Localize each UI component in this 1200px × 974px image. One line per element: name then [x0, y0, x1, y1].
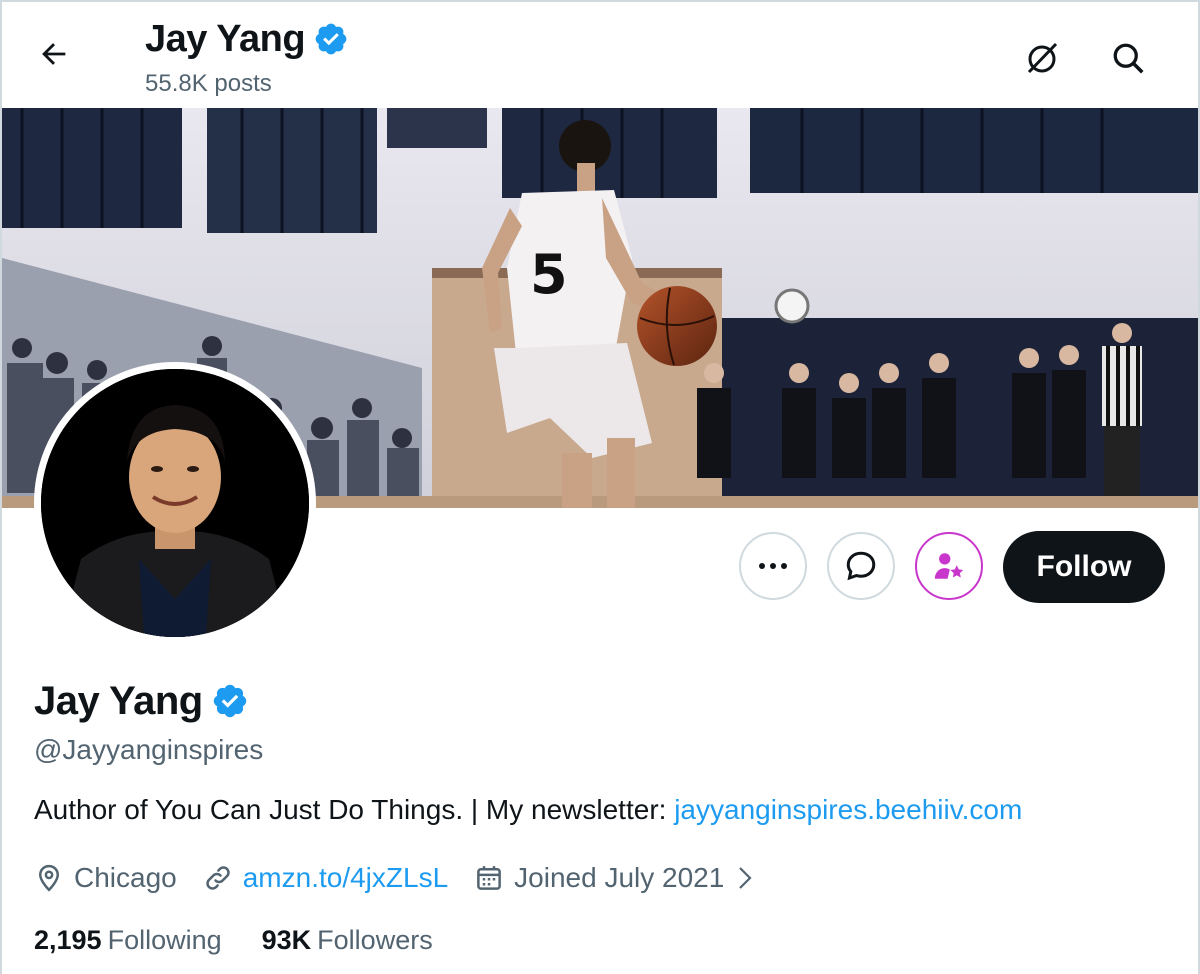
- more-icon: [759, 563, 787, 569]
- location-text: Chicago: [74, 862, 177, 893]
- following-count: 2,195: [34, 924, 102, 955]
- following-label: Following: [107, 924, 222, 955]
- location-pin-icon: [38, 864, 60, 892]
- subscribe-icon: [934, 553, 964, 579]
- search-button[interactable]: [1100, 30, 1156, 86]
- verified-badge-icon: [315, 23, 347, 55]
- avatar[interactable]: [34, 362, 316, 644]
- chevron-right-icon: [739, 867, 752, 889]
- followers-label: Followers: [317, 924, 433, 955]
- grok-button[interactable]: [1014, 30, 1070, 86]
- header-title: Jay Yang: [145, 14, 349, 64]
- avatar-portrait: [41, 369, 309, 637]
- follow-stats: 2,195 Following 93K Followers: [34, 920, 473, 960]
- followers-count: 93K: [261, 924, 312, 955]
- avatar-photo: [41, 369, 309, 637]
- followers-stat[interactable]: 93K Followers: [262, 925, 433, 956]
- grok-icon: [1027, 42, 1058, 74]
- website-item: amzn.to/4jxZLsL: [203, 862, 448, 894]
- following-stat[interactable]: 2,195 Following: [34, 925, 222, 956]
- back-button[interactable]: [24, 24, 84, 84]
- profile-bio: Author of You Can Just Do Things. | My n…: [34, 794, 1022, 826]
- link-icon: [206, 866, 230, 890]
- message-icon: [846, 551, 876, 581]
- jersey-number: 5: [530, 243, 568, 306]
- calendar-icon: [477, 866, 502, 890]
- header-name: Jay Yang: [145, 17, 306, 60]
- joined-text: Joined July 2021: [514, 862, 725, 893]
- profile-name-row: Jay Yang: [34, 674, 249, 728]
- top-border: [0, 0, 1200, 2]
- message-button[interactable]: [827, 532, 895, 600]
- posts-count: 55.8K posts: [145, 70, 272, 97]
- more-button[interactable]: [739, 532, 807, 600]
- location-item: Chicago: [34, 862, 177, 894]
- bio-text: Author of You Can Just Do Things. | My n…: [34, 794, 675, 825]
- website-link[interactable]: amzn.to/4jxZLsL: [243, 862, 448, 894]
- verified-badge-icon[interactable]: [211, 682, 249, 720]
- profile-meta: Chicago amzn.to/4jxZLsL Joined July 2021: [34, 856, 782, 900]
- subscribe-button[interactable]: [915, 532, 983, 600]
- profile-handle: @Jayyanginspires: [34, 734, 264, 765]
- follow-button[interactable]: Follow: [1003, 531, 1165, 603]
- profile-name: Jay Yang: [34, 678, 203, 723]
- bio-newsletter-link[interactable]: jayyanginspires.beehiiv.com: [674, 794, 1022, 825]
- joined-item[interactable]: Joined July 2021: [474, 862, 756, 894]
- arrow-left-icon: [42, 43, 66, 65]
- search-icon: [1113, 43, 1144, 74]
